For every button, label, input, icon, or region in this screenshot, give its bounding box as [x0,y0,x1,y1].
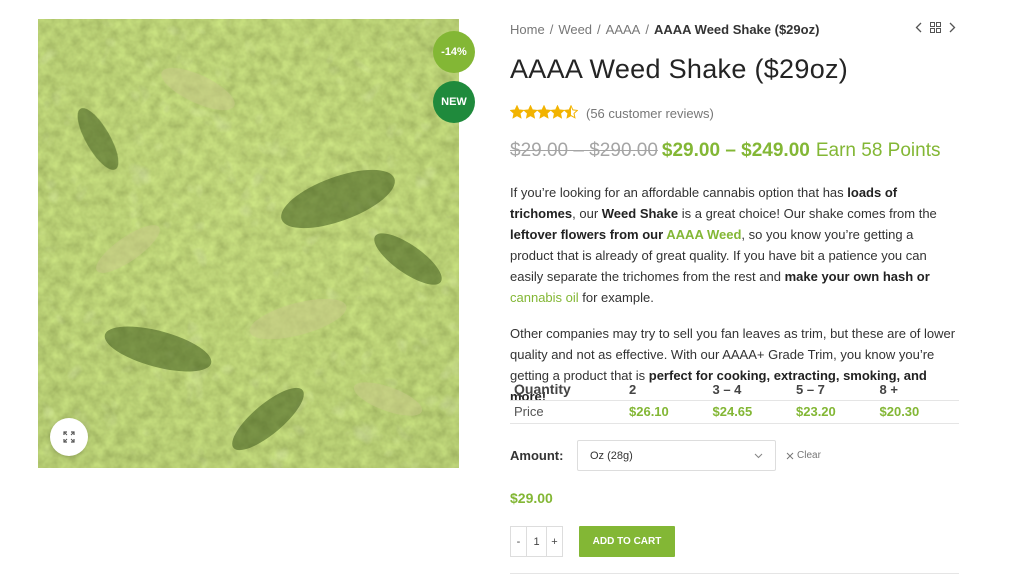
quantity-stepper: - 1 + [510,526,563,557]
amount-row: Amount: Oz (28g) Clear [510,440,821,471]
points-label: Earn 58 Points [815,140,941,161]
table-cell-label: Price [510,399,625,424]
quantity-discount-table: Quantity 2 3 – 4 5 – 7 8 + Price $26.10 … [510,377,959,424]
sale-price: $29.00 – $249.00 [661,140,810,161]
table-header: 5 – 7 [796,381,825,397]
clear-label: Clear [797,450,821,461]
description-link[interactable]: AAAA Weed [666,227,741,242]
breadcrumb-separator: / [549,22,554,37]
breadcrumb-aaaa[interactable]: AAAA [606,22,641,37]
table-cell-price: $23.20 [792,399,876,424]
breadcrumb-home[interactable]: Home [510,22,545,37]
expand-icon [63,431,75,443]
breadcrumb-separator: / [597,22,601,37]
grid-icon[interactable] [930,22,941,33]
star-rating-icon [509,104,579,122]
price-line: $29.00 – $290.00 $29.00 – $249.00 Earn 58 … [510,140,940,162]
table-cell-price: $24.65 [708,399,792,424]
description-emphasis: make your own hash or [784,269,930,284]
chevron-left-icon[interactable] [915,22,922,33]
variation-price: $29.00 [510,490,553,506]
chevron-down-icon [754,453,763,458]
breadcrumb-current: AAAA Weed Shake ($29oz) [653,22,820,37]
table-row: Price $26.10 $24.65 $23.20 $20.30 [510,399,959,424]
description-emphasis: Weed Shake [601,206,679,221]
breadcrumb: Home / Weed / AAAA / AAAA Weed Shake ($29oz) [510,22,819,37]
add-to-cart-button[interactable]: ADD TO CART [579,526,675,557]
amount-select[interactable]: Oz (28g) [577,440,776,471]
product-rating: (56 customer reviews) [509,104,714,122]
reviews-link[interactable]: (56 customer reviews) [586,106,714,121]
divider [510,573,959,574]
table-cell-price: $20.30 [875,399,959,424]
amount-label: Amount: [510,448,564,463]
table-header: Quantity [514,381,571,398]
table-header: 8 + [879,381,898,397]
table-header: 3 – 4 [712,381,742,397]
description-paragraph: If you’re looking for an affordable cann… [510,182,960,308]
product-title: AAAA Weed Shake ($29oz) [510,54,849,84]
quantity-minus-button[interactable]: - [511,527,526,556]
sale-badge: -14% [433,31,475,73]
chevron-right-icon[interactable] [949,22,956,33]
clear-button[interactable]: Clear [786,450,821,461]
add-to-cart-row: - 1 + ADD TO CART [510,526,675,557]
quantity-plus-button[interactable]: + [547,527,562,556]
new-badge: NEW [433,81,475,123]
table-header-row: Quantity 2 3 – 4 5 – 7 8 + [510,377,959,400]
zoom-button[interactable] [50,418,88,456]
description-text: , our [572,206,602,221]
breadcrumb-weed[interactable]: Weed [558,22,592,37]
table-header: 2 [629,381,637,397]
regular-price: $29.00 – $290.00 [510,140,658,161]
description-emphasis: leftover flowers from our [510,227,667,242]
breadcrumb-separator: / [645,22,649,37]
quantity-input[interactable]: 1 [526,527,547,556]
weed-shake-photo [38,19,459,468]
close-icon [786,452,794,459]
table-cell-price: $26.10 [625,399,709,424]
product-navigation [915,22,956,33]
description-text: If you’re looking for an affordable cann… [510,185,848,200]
description-link[interactable]: cannabis oil [510,290,579,305]
product-image[interactable] [38,19,459,468]
description-text: is a great choice! Our shake comes from … [678,206,937,221]
product-description: If you’re looking for an affordable cann… [510,182,960,407]
description-text: for example. [578,290,654,305]
amount-selected-value: Oz (28g) [590,449,633,462]
